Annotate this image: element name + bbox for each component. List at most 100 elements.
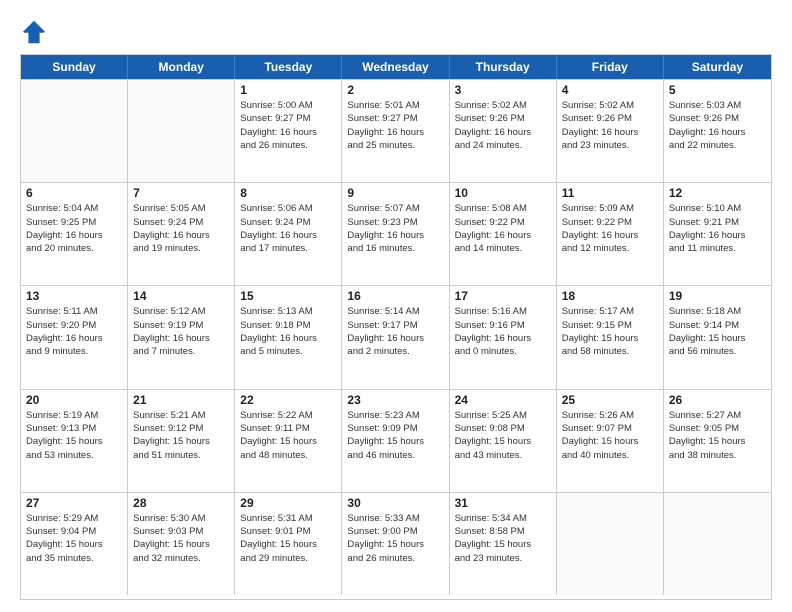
day-info: Sunrise: 5:25 AM Sunset: 9:08 PM Dayligh…	[455, 409, 551, 462]
day-info: Sunrise: 5:16 AM Sunset: 9:16 PM Dayligh…	[455, 305, 551, 358]
day-number: 15	[240, 289, 336, 303]
calendar-cell-0-5: 4 Sunrise: 5:02 AM Sunset: 9:26 PM Daylig…	[557, 80, 664, 182]
day-info: Sunrise: 5:30 AM Sunset: 9:03 PM Dayligh…	[133, 512, 229, 565]
day-number: 13	[26, 289, 122, 303]
day-info: Sunrise: 5:22 AM Sunset: 9:11 PM Dayligh…	[240, 409, 336, 462]
weekday-header-monday: Monday	[128, 55, 235, 79]
calendar-cell-2-6: 19Sunrise: 5:18 AM Sunset: 9:14 PM Dayli…	[664, 286, 771, 388]
day-number: 14	[133, 289, 229, 303]
day-number: 19	[669, 289, 766, 303]
calendar-row-1: 6Sunrise: 5:04 AM Sunset: 9:25 PM Daylig…	[21, 182, 771, 285]
calendar-cell-1-1: 7Sunrise: 5:05 AM Sunset: 9:24 PM Daylig…	[128, 183, 235, 285]
calendar-cell-0-2: 1 Sunrise: 5:00 AM Sunset: 9:27 PM Daylig…	[235, 80, 342, 182]
day-number: 7	[133, 186, 229, 200]
logo-icon	[20, 18, 48, 46]
day-number: 1	[240, 83, 336, 97]
calendar-cell-1-4: 10 Sunrise: 5:08 AM Sunset: 9:22 PM Dayli…	[450, 183, 557, 285]
calendar-cell-3-1: 21 Sunrise: 5:21 AM Sunset: 9:12 PM Dayli…	[128, 390, 235, 492]
calendar-row-2: 13 Sunrise: 5:11 AM Sunset: 9:20 PM Dayli…	[21, 285, 771, 388]
calendar-row-3: 20 Sunrise: 5:19 AM Sunset: 9:13 PM Dayli…	[21, 389, 771, 492]
calendar-cell-1-6: 12 Sunrise: 5:10 AM Sunset: 9:21 PM Dayli…	[664, 183, 771, 285]
calendar: SundayMondayTuesdayWednesdayThursdayFrid…	[20, 54, 772, 600]
calendar-cell-1-2: 8 Sunrise: 5:06 AM Sunset: 9:24 PM Daylig…	[235, 183, 342, 285]
day-number: 10	[455, 186, 551, 200]
day-info: Sunrise: 5:13 AM Sunset: 9:18 PM Dayligh…	[240, 305, 336, 358]
calendar-cell-3-6: 26 Sunrise: 5:27 AM Sunset: 9:05 PM Dayli…	[664, 390, 771, 492]
calendar-cell-0-1	[128, 80, 235, 182]
day-info: Sunrise: 5:07 AM Sunset: 9:23 PM Dayligh…	[347, 202, 443, 255]
day-number: 6	[26, 186, 122, 200]
calendar-cell-1-0: 6Sunrise: 5:04 AM Sunset: 9:25 PM Daylig…	[21, 183, 128, 285]
day-number: 4	[562, 83, 658, 97]
day-info: Sunrise: 5:34 AM Sunset: 8:58 PM Dayligh…	[455, 512, 551, 565]
day-info: Sunrise: 5:03 AM Sunset: 9:26 PM Dayligh…	[669, 99, 766, 152]
day-number: 26	[669, 393, 766, 407]
calendar-body: 1 Sunrise: 5:00 AM Sunset: 9:27 PM Daylig…	[21, 79, 771, 595]
day-number: 27	[26, 496, 122, 510]
weekday-header-sunday: Sunday	[21, 55, 128, 79]
day-info: Sunrise: 5:31 AM Sunset: 9:01 PM Dayligh…	[240, 512, 336, 565]
calendar-cell-3-4: 24 Sunrise: 5:25 AM Sunset: 9:08 PM Dayli…	[450, 390, 557, 492]
calendar-cell-2-3: 16Sunrise: 5:14 AM Sunset: 9:17 PM Dayli…	[342, 286, 449, 388]
calendar-cell-2-2: 15 Sunrise: 5:13 AM Sunset: 9:18 PM Dayli…	[235, 286, 342, 388]
calendar-cell-0-6: 5 Sunrise: 5:03 AM Sunset: 9:26 PM Daylig…	[664, 80, 771, 182]
calendar-row-4: 27 Sunrise: 5:29 AM Sunset: 9:04 PM Dayli…	[21, 492, 771, 595]
day-info: Sunrise: 5:01 AM Sunset: 9:27 PM Dayligh…	[347, 99, 443, 152]
calendar-cell-2-4: 17 Sunrise: 5:16 AM Sunset: 9:16 PM Dayli…	[450, 286, 557, 388]
day-number: 5	[669, 83, 766, 97]
header	[20, 18, 772, 46]
day-info: Sunrise: 5:00 AM Sunset: 9:27 PM Dayligh…	[240, 99, 336, 152]
day-info: Sunrise: 5:21 AM Sunset: 9:12 PM Dayligh…	[133, 409, 229, 462]
calendar-cell-0-0	[21, 80, 128, 182]
day-info: Sunrise: 5:12 AM Sunset: 9:19 PM Dayligh…	[133, 305, 229, 358]
calendar-cell-1-5: 11 Sunrise: 5:09 AM Sunset: 9:22 PM Dayli…	[557, 183, 664, 285]
calendar-cell-4-1: 28 Sunrise: 5:30 AM Sunset: 9:03 PM Dayli…	[128, 493, 235, 595]
day-info: Sunrise: 5:29 AM Sunset: 9:04 PM Dayligh…	[26, 512, 122, 565]
day-info: Sunrise: 5:27 AM Sunset: 9:05 PM Dayligh…	[669, 409, 766, 462]
calendar-cell-2-0: 13 Sunrise: 5:11 AM Sunset: 9:20 PM Dayli…	[21, 286, 128, 388]
calendar-row-0: 1 Sunrise: 5:00 AM Sunset: 9:27 PM Daylig…	[21, 79, 771, 182]
calendar-header: SundayMondayTuesdayWednesdayThursdayFrid…	[21, 55, 771, 79]
day-info: Sunrise: 5:08 AM Sunset: 9:22 PM Dayligh…	[455, 202, 551, 255]
day-number: 30	[347, 496, 443, 510]
page: SundayMondayTuesdayWednesdayThursdayFrid…	[0, 0, 792, 612]
day-number: 22	[240, 393, 336, 407]
calendar-cell-4-5	[557, 493, 664, 595]
day-info: Sunrise: 5:26 AM Sunset: 9:07 PM Dayligh…	[562, 409, 658, 462]
day-number: 21	[133, 393, 229, 407]
day-info: Sunrise: 5:14 AM Sunset: 9:17 PM Dayligh…	[347, 305, 443, 358]
day-number: 9	[347, 186, 443, 200]
day-info: Sunrise: 5:11 AM Sunset: 9:20 PM Dayligh…	[26, 305, 122, 358]
day-number: 25	[562, 393, 658, 407]
calendar-cell-4-6	[664, 493, 771, 595]
calendar-cell-4-0: 27 Sunrise: 5:29 AM Sunset: 9:04 PM Dayli…	[21, 493, 128, 595]
day-number: 8	[240, 186, 336, 200]
day-number: 20	[26, 393, 122, 407]
day-info: Sunrise: 5:23 AM Sunset: 9:09 PM Dayligh…	[347, 409, 443, 462]
day-info: Sunrise: 5:02 AM Sunset: 9:26 PM Dayligh…	[562, 99, 658, 152]
day-number: 24	[455, 393, 551, 407]
day-number: 11	[562, 186, 658, 200]
day-info: Sunrise: 5:10 AM Sunset: 9:21 PM Dayligh…	[669, 202, 766, 255]
day-info: Sunrise: 5:19 AM Sunset: 9:13 PM Dayligh…	[26, 409, 122, 462]
day-info: Sunrise: 5:06 AM Sunset: 9:24 PM Dayligh…	[240, 202, 336, 255]
day-number: 12	[669, 186, 766, 200]
day-number: 18	[562, 289, 658, 303]
calendar-cell-4-4: 31 Sunrise: 5:34 AM Sunset: 8:58 PM Dayli…	[450, 493, 557, 595]
day-number: 17	[455, 289, 551, 303]
day-number: 29	[240, 496, 336, 510]
weekday-header-thursday: Thursday	[450, 55, 557, 79]
calendar-cell-3-3: 23Sunrise: 5:23 AM Sunset: 9:09 PM Dayli…	[342, 390, 449, 492]
calendar-cell-2-1: 14 Sunrise: 5:12 AM Sunset: 9:19 PM Dayli…	[128, 286, 235, 388]
day-info: Sunrise: 5:09 AM Sunset: 9:22 PM Dayligh…	[562, 202, 658, 255]
day-number: 28	[133, 496, 229, 510]
weekday-header-wednesday: Wednesday	[342, 55, 449, 79]
day-number: 31	[455, 496, 551, 510]
calendar-cell-3-5: 25 Sunrise: 5:26 AM Sunset: 9:07 PM Dayli…	[557, 390, 664, 492]
day-number: 3	[455, 83, 551, 97]
calendar-cell-3-2: 22 Sunrise: 5:22 AM Sunset: 9:11 PM Dayli…	[235, 390, 342, 492]
weekday-header-friday: Friday	[557, 55, 664, 79]
weekday-header-tuesday: Tuesday	[235, 55, 342, 79]
day-info: Sunrise: 5:33 AM Sunset: 9:00 PM Dayligh…	[347, 512, 443, 565]
day-info: Sunrise: 5:02 AM Sunset: 9:26 PM Dayligh…	[455, 99, 551, 152]
